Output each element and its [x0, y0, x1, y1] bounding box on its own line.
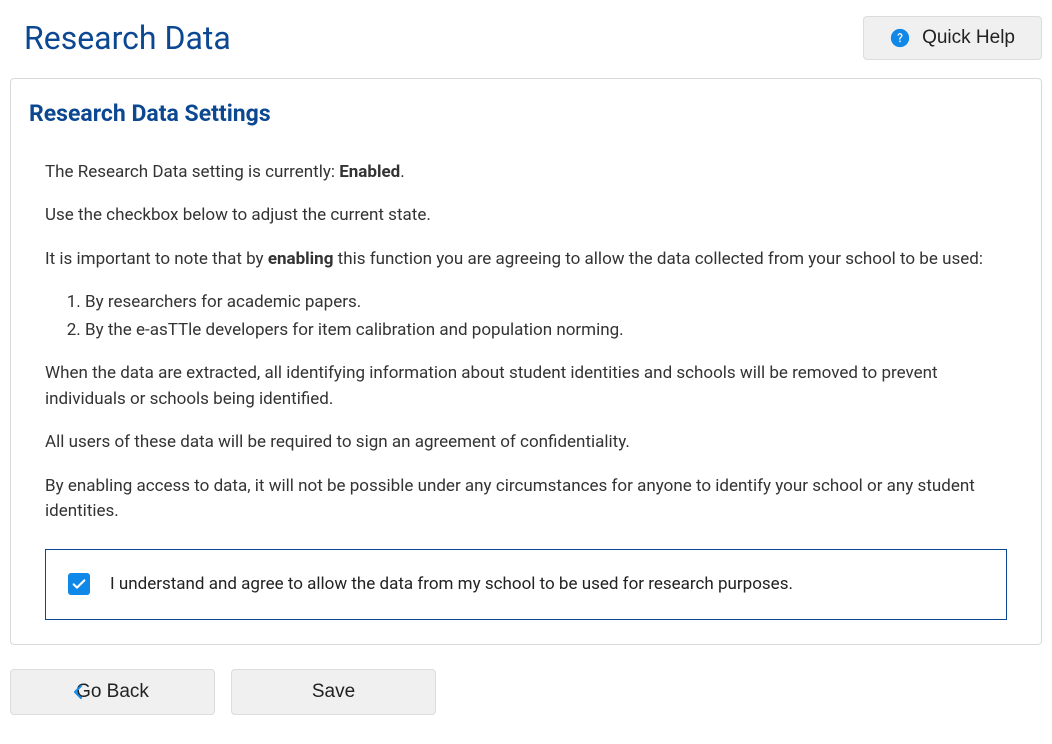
agreement-checkbox[interactable] [68, 573, 90, 595]
save-label: Save [312, 681, 355, 703]
panel-content: The Research Data setting is currently: … [29, 160, 1023, 621]
agreement-text: I understand and agree to allow the data… [110, 572, 793, 598]
panel-title: Research Data Settings [29, 97, 1023, 132]
page-title: Research Data [24, 14, 231, 62]
quick-help-label: Quick Help [922, 27, 1015, 49]
go-back-button[interactable]: Go Back [10, 669, 215, 715]
list-item: By the e-asTTle developers for item cali… [85, 318, 1007, 344]
note-extraction: When the data are extracted, all identif… [45, 361, 1007, 412]
save-button[interactable]: Save [231, 669, 436, 715]
footer-buttons: Go Back Save [10, 669, 1042, 715]
note-confidentiality: All users of these data will be required… [45, 430, 1007, 456]
note-identity: By enabling access to data, it will not … [45, 474, 1007, 525]
instruction-text: Use the checkbox below to adjust the cur… [45, 203, 1007, 229]
status-value: Enabled [339, 162, 400, 182]
agreement-box: I understand and agree to allow the data… [45, 549, 1007, 621]
check-icon [71, 576, 87, 592]
status-line: The Research Data setting is currently: … [45, 160, 1007, 186]
settings-panel: Research Data Settings The Research Data… [10, 78, 1042, 645]
list-item: By researchers for academic papers. [85, 290, 1007, 316]
usage-list: By researchers for academic papers. By t… [85, 290, 1007, 343]
chevron-left-icon [73, 685, 83, 699]
quick-help-button[interactable]: Quick Help [863, 16, 1042, 60]
help-icon [890, 28, 910, 48]
page-header: Research Data Quick Help [10, 10, 1042, 78]
go-back-label: Go Back [76, 681, 149, 703]
enabling-text: It is important to note that by enabling… [45, 247, 1007, 273]
